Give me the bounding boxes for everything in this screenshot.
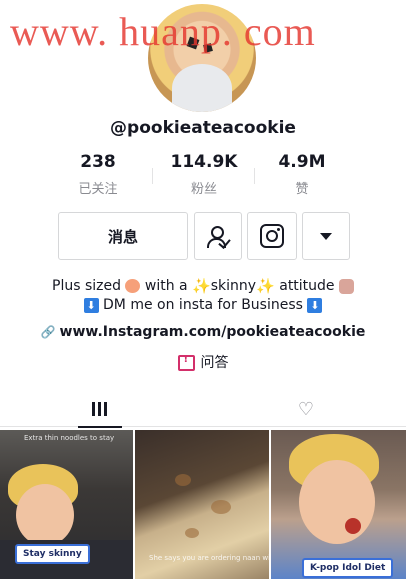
link-icon: 🔗 <box>40 325 56 339</box>
watermark: www. huanp. com <box>10 9 316 54</box>
stat-label: 已关注 <box>78 182 118 197</box>
stat-divider <box>254 168 255 184</box>
bio-text: attitude <box>279 278 335 294</box>
username: @pookieateacookie <box>110 118 296 138</box>
video-subject <box>16 484 74 546</box>
sparkles-emoji-icon: ✨ <box>192 277 211 295</box>
link-text: www.Instagram.com/pookieateacookie <box>59 324 366 340</box>
message-button[interactable]: 消息 <box>58 212 188 260</box>
food-spot <box>185 528 199 538</box>
stat-value: 4.9M <box>278 152 326 172</box>
person-emoji-icon <box>339 278 354 294</box>
stats-row: 238 已关注 114.9K 粉丝 4.9M 赞 <box>58 152 350 202</box>
stat-label: 粉丝 <box>190 182 217 197</box>
content-tabs: ♡ <box>0 392 406 428</box>
video-overlay-text: She says you are ordering naan with <box>149 554 269 562</box>
tab-liked[interactable]: ♡ <box>286 392 326 426</box>
video-subject <box>299 460 375 544</box>
qa-icon <box>177 354 195 371</box>
stat-divider <box>152 168 153 184</box>
profile-link[interactable]: 🔗 www.Instagram.com/pookieateacookie <box>0 324 406 340</box>
video-thumbnail[interactable]: Extra thin noodles to stay Stay skinny <box>0 430 133 579</box>
stat-followers[interactable]: 114.9K 粉丝 <box>156 152 252 197</box>
video-overlay-text: Extra thin noodles to stay <box>24 434 115 442</box>
bio-text: DM me on insta for Business <box>103 297 303 313</box>
food-spot <box>211 500 231 514</box>
instagram-button[interactable] <box>247 212 297 260</box>
food-spot <box>175 474 191 486</box>
bio-text: with a <box>144 278 188 294</box>
stat-value: 114.9K <box>170 152 238 172</box>
qa-label: 问答 <box>200 355 229 371</box>
down-arrow-emoji-icon: ⬇ <box>83 297 99 313</box>
video-grid: Extra thin noodles to stay Stay skinny S… <box>0 430 406 579</box>
stat-value: 238 <box>80 152 116 172</box>
qa-entry[interactable]: 问答 <box>0 352 406 372</box>
bio-text: skinny <box>210 278 257 294</box>
video-caption-tag: K-pop Idol Diet <box>302 558 394 578</box>
sparkles-emoji-icon: ✨ <box>256 277 275 295</box>
food-item <box>345 518 361 534</box>
person-check-icon <box>206 224 231 249</box>
stat-label: 赞 <box>295 182 309 197</box>
stat-following[interactable]: 238 已关注 <box>50 152 146 197</box>
heart-hidden-icon: ♡ <box>297 398 315 420</box>
video-thumbnail[interactable]: K-pop Idol Diet <box>271 430 406 579</box>
down-arrow-emoji-icon: ⬇ <box>307 297 323 313</box>
bio-line-2: ⬇ DM me on insta for Business ⬇ <box>0 297 406 313</box>
bio-text: Plus sized <box>52 278 121 294</box>
bio-line-1: Plus sized with a ✨skinny✨ attitude <box>0 277 406 295</box>
instagram-icon <box>260 224 284 248</box>
stat-likes[interactable]: 4.9M 赞 <box>254 152 350 197</box>
tab-videos[interactable] <box>78 392 122 428</box>
peach-emoji-icon <box>125 279 141 293</box>
video-caption-tag: Stay skinny <box>15 544 90 564</box>
caret-down-icon <box>320 232 332 240</box>
video-thumbnail[interactable]: She says you are ordering naan with <box>135 430 269 579</box>
following-button[interactable] <box>194 212 242 260</box>
grid-icon <box>92 402 108 416</box>
more-button[interactable] <box>302 212 350 260</box>
